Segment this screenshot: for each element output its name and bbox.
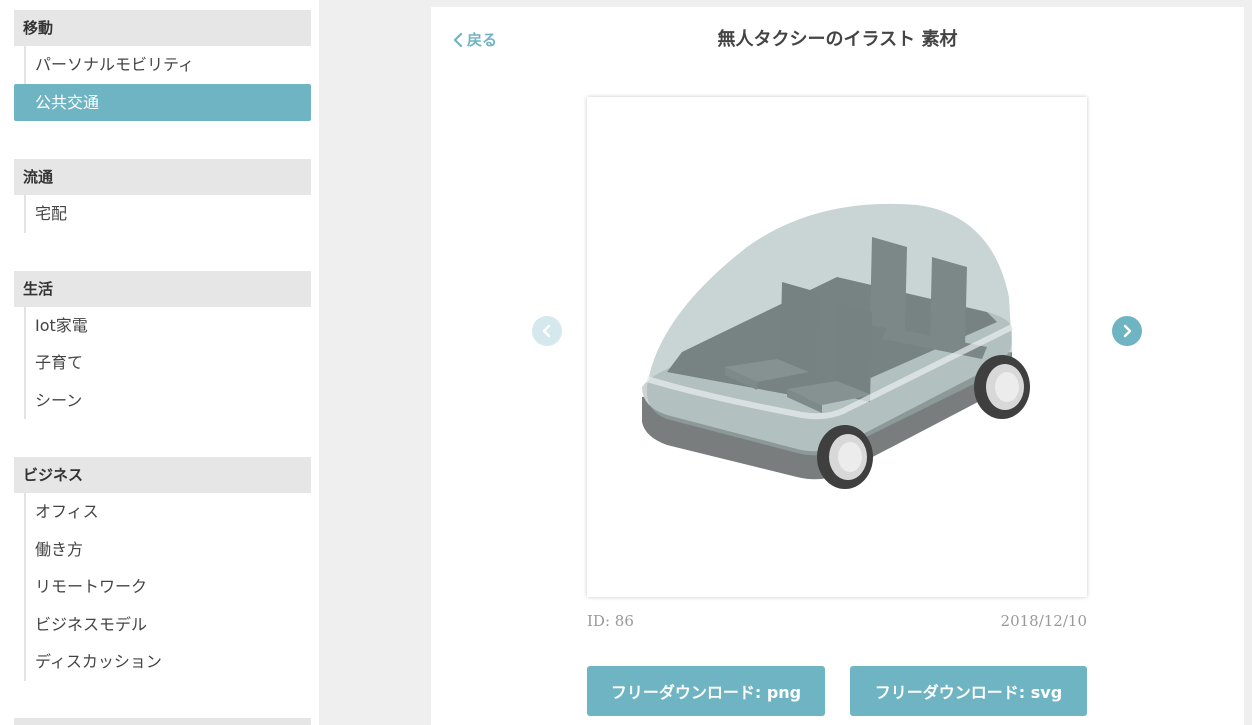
illustration-frame [587, 97, 1087, 597]
download-png-button[interactable]: フリーダウンロード: png [587, 666, 825, 716]
category-title: 移動 [14, 10, 311, 46]
sidebar-item-scene[interactable]: シーン [26, 382, 311, 420]
sidebar-item-remote-work[interactable]: リモートワーク [26, 568, 311, 606]
category-life: 生活 Iot家電 子育て シーン [14, 270, 311, 420]
sidebar-item-business-model[interactable]: ビジネスモデル [26, 606, 311, 644]
category-list: Iot家電 子育て シーン [24, 306, 311, 420]
sidebar: 移動 パーソナルモビリティ 公共交通 流通 宅配 生活 Iot家電 子育て シー… [0, 0, 319, 725]
chevron-right-icon [1123, 324, 1132, 338]
chevron-left-icon [542, 324, 551, 338]
download-svg-button[interactable]: フリーダウンロード: svg [850, 666, 1087, 716]
sidebar-item-workstyle[interactable]: 働き方 [26, 531, 311, 569]
driverless-taxi-illustration [642, 203, 1030, 489]
image-id: ID: 86 [587, 612, 634, 630]
category-title: 流通 [14, 159, 311, 195]
sidebar-item-personal-mobility[interactable]: パーソナルモビリティ [26, 46, 311, 84]
category-title: ビジネス [14, 457, 311, 493]
sidebar-item-public-transport[interactable]: 公共交通 [14, 83, 311, 121]
sidebar-item-delivery[interactable]: 宅配 [26, 195, 311, 233]
category-next-header [14, 718, 311, 725]
image-date: 2018/12/10 [1000, 612, 1087, 630]
category-list: オフィス 働き方 リモートワーク ビジネスモデル ディスカッション [24, 493, 311, 681]
page-title: 無人タクシーのイラスト 素材 [717, 29, 958, 50]
category-distribution: 流通 宅配 [14, 159, 311, 233]
category-list: 宅配 [24, 195, 311, 233]
prev-image-button[interactable] [532, 316, 562, 346]
category-business: ビジネス オフィス 働き方 リモートワーク ビジネスモデル ディスカッション [14, 457, 311, 681]
main-panel: 戻る 無人タクシーのイラスト 素材 ID: 86 2018/12/10 フリーダ… [431, 7, 1244, 725]
category-mobility: 移動 パーソナルモビリティ 公共交通 [14, 10, 311, 121]
category-list: パーソナルモビリティ 公共交通 [14, 46, 311, 121]
category-title: 生活 [14, 270, 311, 307]
sidebar-item-office[interactable]: オフィス [26, 493, 311, 531]
next-image-button[interactable] [1112, 316, 1142, 346]
sidebar-item-iot[interactable]: Iot家電 [26, 307, 311, 345]
sidebar-item-discussion[interactable]: ディスカッション [26, 643, 311, 681]
sidebar-item-parenting[interactable]: 子育て [26, 344, 311, 382]
